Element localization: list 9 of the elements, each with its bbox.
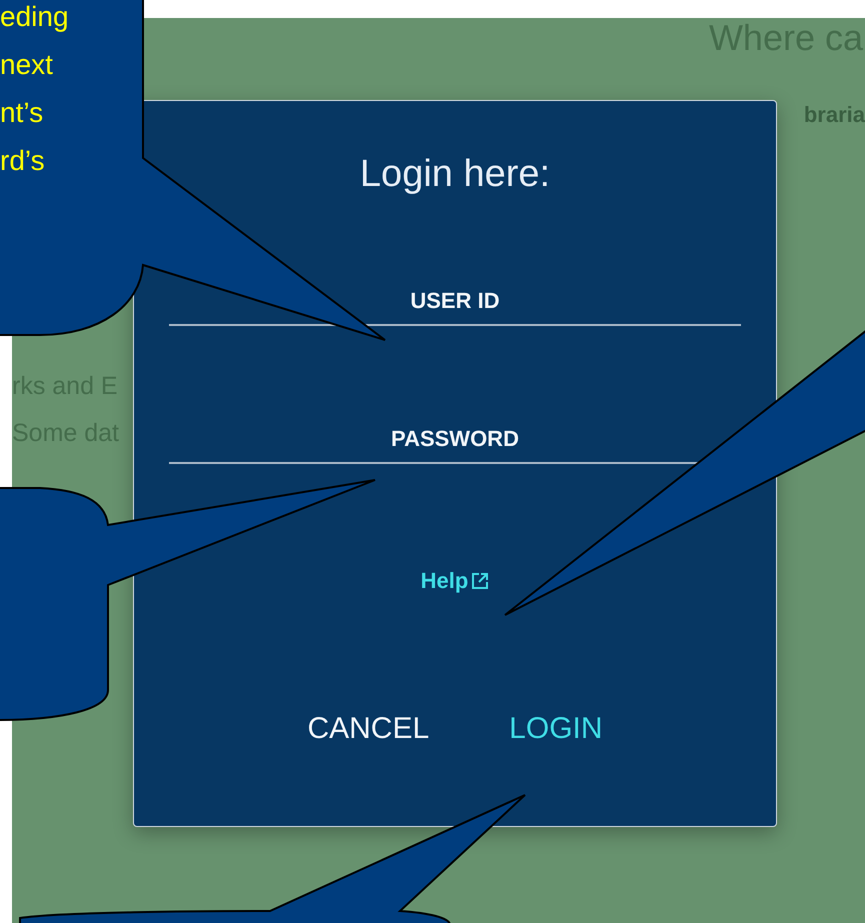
help-link[interactable]: Help [420,568,490,594]
login-button[interactable]: LOGIN [509,712,603,746]
callout-text: eding [0,0,69,34]
cancel-button[interactable]: CANCEL [307,712,430,746]
callout-text: rd’s [0,144,46,178]
dialog-title: Login here: [360,153,550,196]
external-link-icon [471,572,490,590]
callout-text: next [0,48,54,82]
callout-text: nt’s [0,96,44,130]
